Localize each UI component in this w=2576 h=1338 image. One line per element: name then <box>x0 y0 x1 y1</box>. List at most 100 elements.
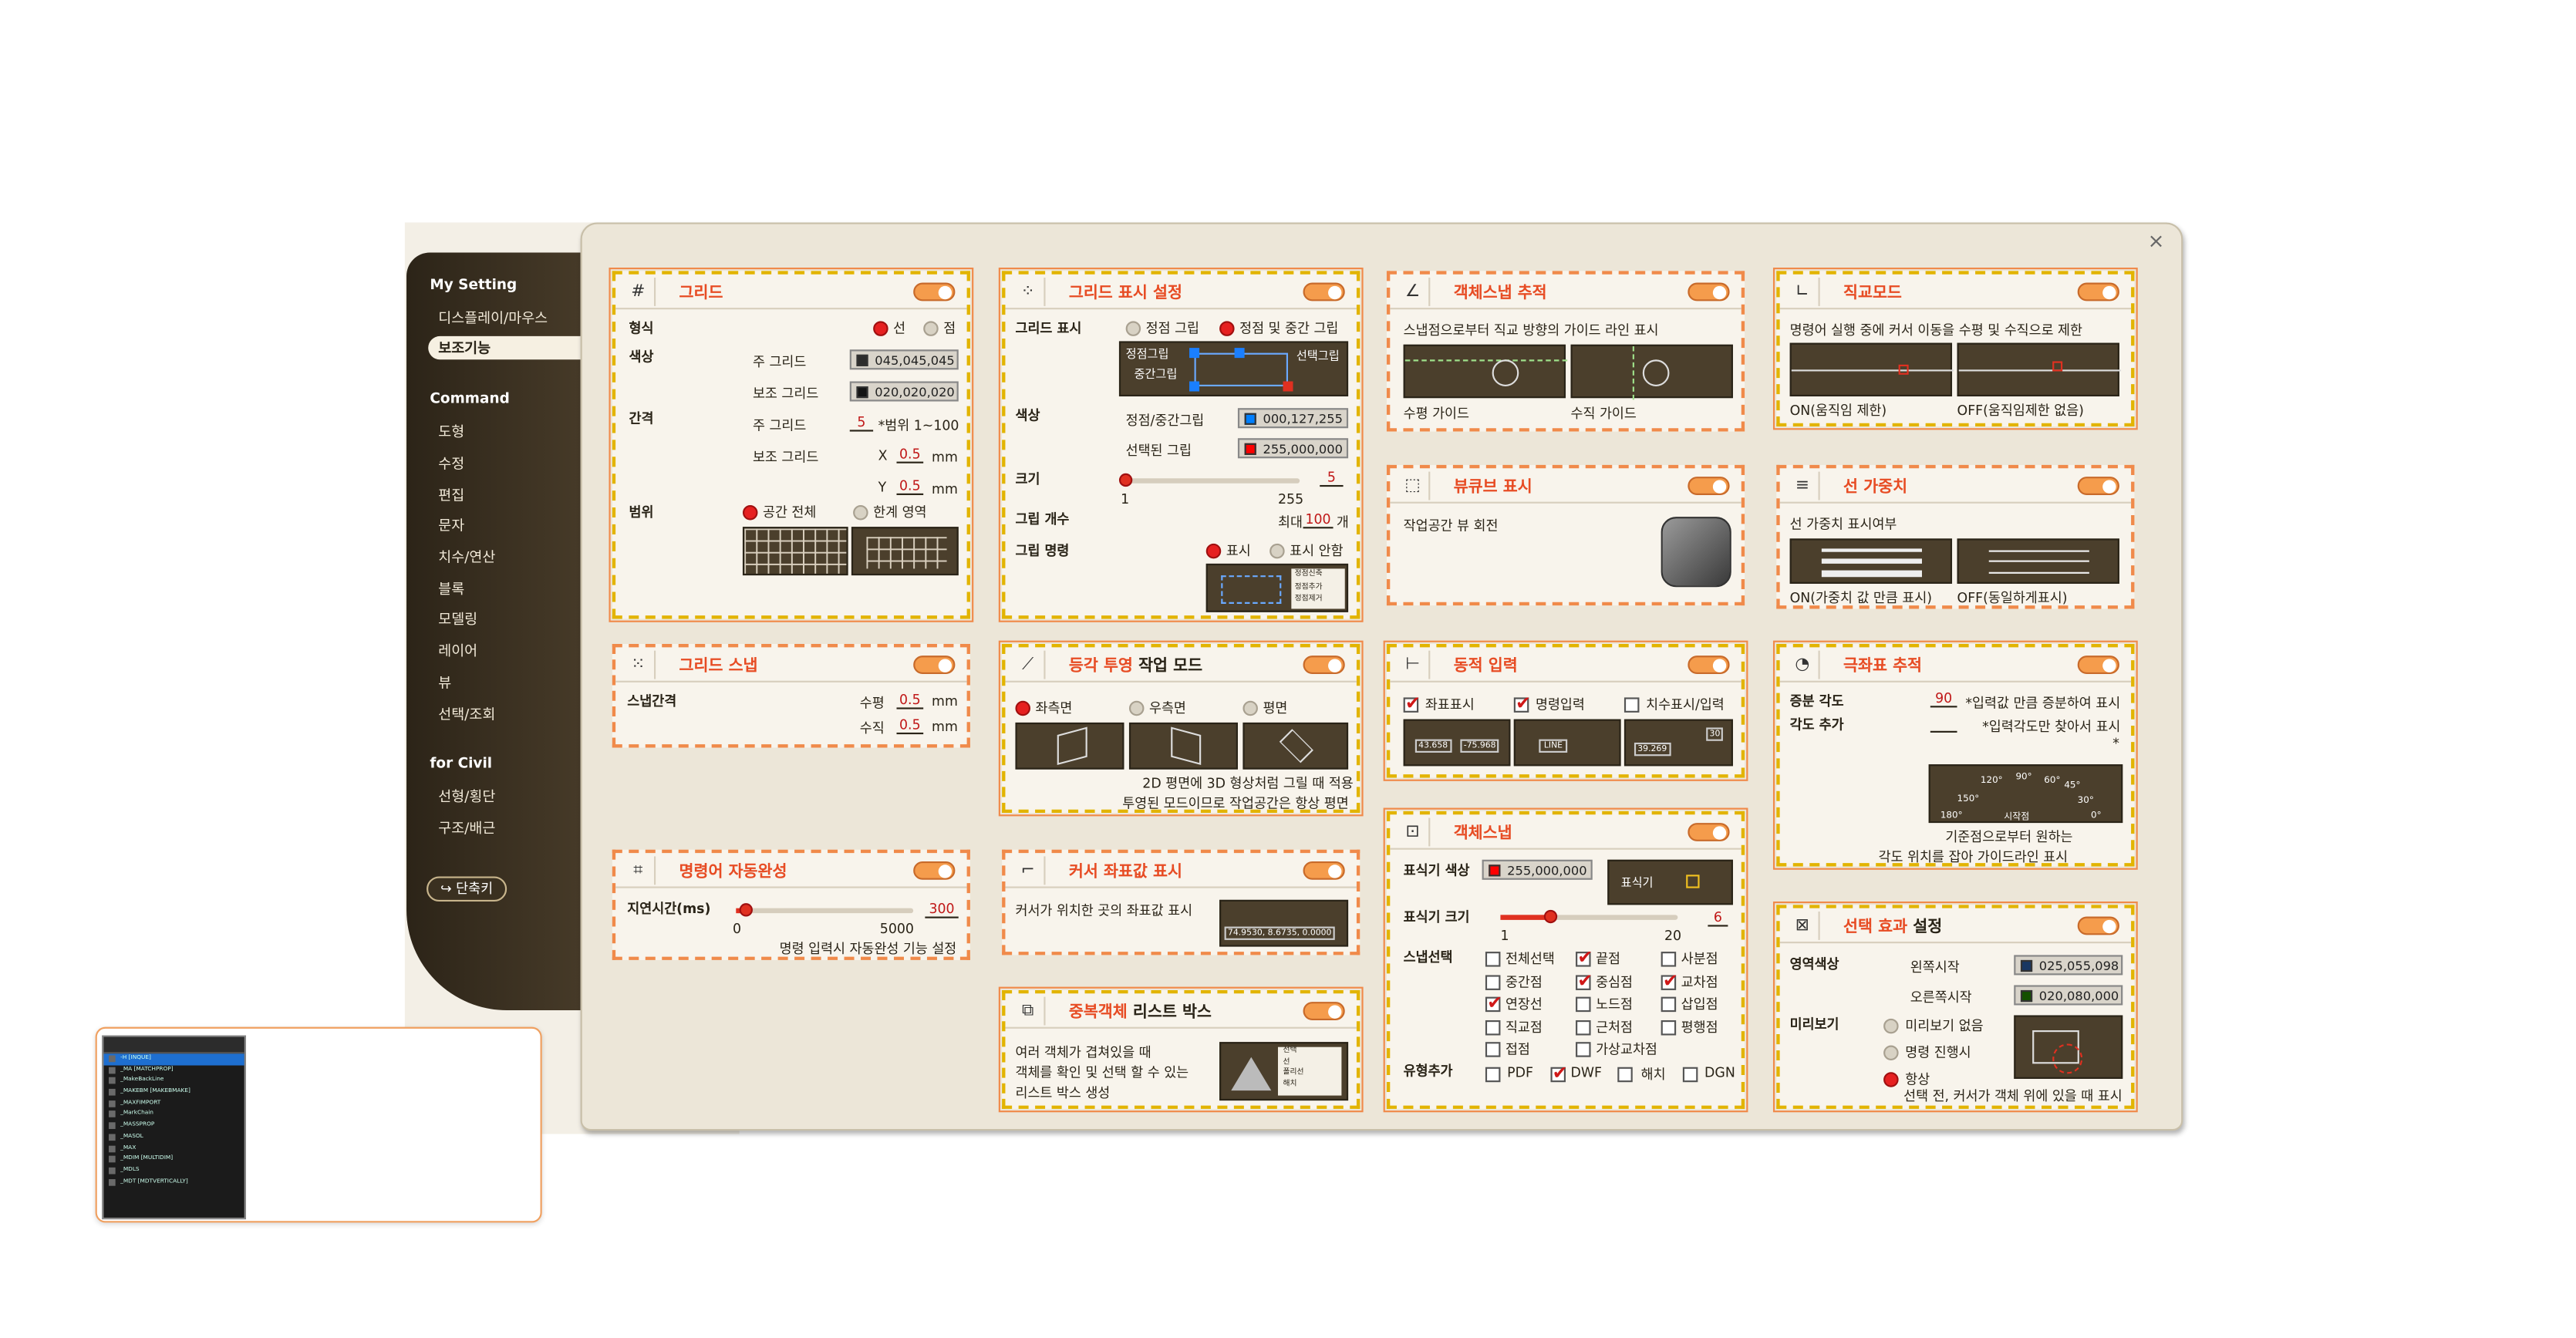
delay-slider[interactable] <box>736 903 914 917</box>
snap-option-check[interactable] <box>1576 1019 1591 1035</box>
snap-option-check[interactable] <box>1661 996 1677 1013</box>
command-list[interactable]: -H [INQUE] _MA [MATCHPROP] _MakeBackLine _M… <box>103 1053 244 1188</box>
snap-option-check[interactable] <box>1576 1042 1591 1057</box>
osnap-toggle[interactable] <box>1688 823 1730 841</box>
command-list-item[interactable]: _MASSPROP <box>103 1121 244 1132</box>
polar-toggle[interactable] <box>2077 656 2119 675</box>
sel-color-box[interactable]: 255,000,000 <box>1237 438 1349 459</box>
snap-option-check[interactable] <box>1485 992 1502 1013</box>
spacing-major-input[interactable]: 5 <box>849 415 874 432</box>
nav-item-alignment[interactable]: 선형/횡단 <box>438 786 495 807</box>
viewcube-toggle[interactable] <box>1688 477 1730 495</box>
grid-toggle[interactable] <box>913 282 956 302</box>
nav-item-select[interactable]: 선택/조회 <box>438 704 495 724</box>
nav-item-view[interactable]: 뷰 <box>438 672 451 693</box>
grip-toggle[interactable] <box>1303 282 1345 302</box>
command-list-item[interactable]: _MakeBackLine <box>103 1076 244 1087</box>
delay-input[interactable]: 300 <box>925 902 959 918</box>
grip-size-slider[interactable] <box>1118 473 1300 487</box>
check-pdf[interactable] <box>1485 1067 1501 1083</box>
viewcube-image[interactable] <box>1661 517 1731 588</box>
snap-v-input[interactable]: 0.5 <box>896 717 924 735</box>
radio-cmd-preview[interactable] <box>1883 1045 1899 1061</box>
check-hatch[interactable] <box>1617 1067 1633 1083</box>
radio-limits[interactable] <box>853 504 868 521</box>
selection-effect-toggle[interactable] <box>2077 916 2119 935</box>
snap-option-check[interactable] <box>1576 969 1593 991</box>
radio-cmd-show[interactable] <box>1205 543 1222 559</box>
nav-item-edit[interactable]: 편집 <box>438 485 464 505</box>
radio-vertex-mid[interactable] <box>1219 321 1235 336</box>
overlap-toggle[interactable] <box>1303 1002 1345 1020</box>
check-coord[interactable] <box>1403 693 1421 714</box>
marker-size-input[interactable]: 6 <box>1708 910 1728 927</box>
radio-no-preview[interactable] <box>1883 1018 1899 1034</box>
command-list-item[interactable]: _MDIM [MULTIDIM] <box>103 1154 244 1166</box>
marker-size-slider[interactable] <box>1500 909 1678 924</box>
snap-option-check[interactable] <box>1576 947 1593 969</box>
radio-all-space[interactable] <box>742 504 758 521</box>
y-input[interactable]: 0.5 <box>896 478 924 495</box>
grip-size-input[interactable]: 5 <box>1320 470 1344 487</box>
minor-color-box[interactable]: 020,020,020 <box>849 381 959 402</box>
nav-item-block[interactable]: 블록 <box>438 578 464 599</box>
add-angle-input[interactable] <box>1930 714 1957 733</box>
snap-option-check[interactable] <box>1485 1019 1501 1035</box>
grid-snap-toggle[interactable] <box>913 656 956 675</box>
lineweight-toggle[interactable] <box>2077 477 2119 495</box>
radio-right[interactable] <box>1128 700 1145 716</box>
snap-option-check[interactable] <box>1661 952 1677 967</box>
x-input[interactable]: 0.5 <box>896 447 924 463</box>
osnap-track-toggle[interactable] <box>1688 282 1730 302</box>
nav-item-text[interactable]: 문자 <box>438 515 464 535</box>
radio-vertex[interactable] <box>1125 321 1141 336</box>
radio-line[interactable] <box>873 321 888 336</box>
radio-cmd-hide[interactable] <box>1269 543 1285 559</box>
radio-left[interactable] <box>1015 700 1030 716</box>
command-list-item[interactable]: _MAX <box>103 1143 244 1154</box>
command-list-item[interactable]: _MAKEBM [MAKEBMAKE] <box>103 1087 244 1099</box>
check-dwf[interactable] <box>1550 1062 1568 1084</box>
cursor-coord-toggle[interactable] <box>1303 861 1345 880</box>
shortcut-button[interactable]: ↪ 단축키 <box>427 876 507 902</box>
command-list-item[interactable]: _MDLS <box>103 1165 244 1177</box>
vm-color-box[interactable]: 000,127,255 <box>1237 408 1349 429</box>
nav-item-structure[interactable]: 구조/배근 <box>438 818 495 838</box>
snap-option-check[interactable] <box>1485 974 1501 989</box>
snap-h-input[interactable]: 0.5 <box>896 693 924 709</box>
snap-option-check[interactable] <box>1485 1042 1501 1057</box>
nav-item-dimension[interactable]: 치수/연산 <box>438 547 495 568</box>
marker-color-box[interactable]: 255,000,000 <box>1482 859 1593 880</box>
left-color-box[interactable]: 025,055,098 <box>2014 955 2123 976</box>
radio-always[interactable] <box>1883 1072 1899 1087</box>
check-dim[interactable] <box>1623 697 1640 713</box>
nav-item-layer[interactable]: 레이어 <box>438 641 477 661</box>
isometric-toggle[interactable] <box>1303 656 1345 675</box>
command-list-item[interactable]: _MarkChain <box>103 1110 244 1121</box>
nav-item-display-mouse[interactable]: 디스플레이/마우스 <box>438 308 548 328</box>
check-cmd[interactable] <box>1513 693 1531 714</box>
radio-top[interactable] <box>1242 700 1258 716</box>
check-dgn[interactable] <box>1682 1067 1698 1083</box>
command-list-item[interactable]: _MDT [MDTVERTICALLY] <box>103 1177 244 1188</box>
major-color-box[interactable]: 045,045,045 <box>849 349 959 370</box>
snap-option-check[interactable] <box>1661 1019 1677 1035</box>
dynamic-input-toggle[interactable] <box>1688 656 1730 675</box>
autocomplete-toggle[interactable] <box>913 861 956 880</box>
command-list-item[interactable]: -H [INQUE] <box>103 1053 244 1065</box>
nav-item-shape[interactable]: 도형 <box>438 422 464 442</box>
nav-item-assist[interactable]: 보조기능 <box>428 335 588 360</box>
inc-angle-input[interactable]: 90 <box>1930 691 1957 708</box>
ortho-toggle[interactable] <box>2077 282 2119 302</box>
right-color-box[interactable]: 020,080,000 <box>2014 985 2123 1006</box>
snap-option-check[interactable] <box>1661 969 1678 991</box>
nav-item-modify[interactable]: 수정 <box>438 453 464 474</box>
snap-option-check[interactable] <box>1576 996 1591 1013</box>
radio-dot[interactable] <box>923 321 939 336</box>
grip-count-input[interactable]: 100 <box>1303 512 1334 529</box>
command-list-item[interactable]: _MA [MATCHPROP] <box>103 1065 244 1077</box>
close-icon[interactable]: × <box>2148 229 2165 252</box>
command-list-item[interactable]: _MASOL <box>103 1132 244 1144</box>
command-list-item[interactable]: _MAXFIMPORT <box>103 1098 244 1110</box>
snap-option-check[interactable] <box>1485 952 1501 967</box>
